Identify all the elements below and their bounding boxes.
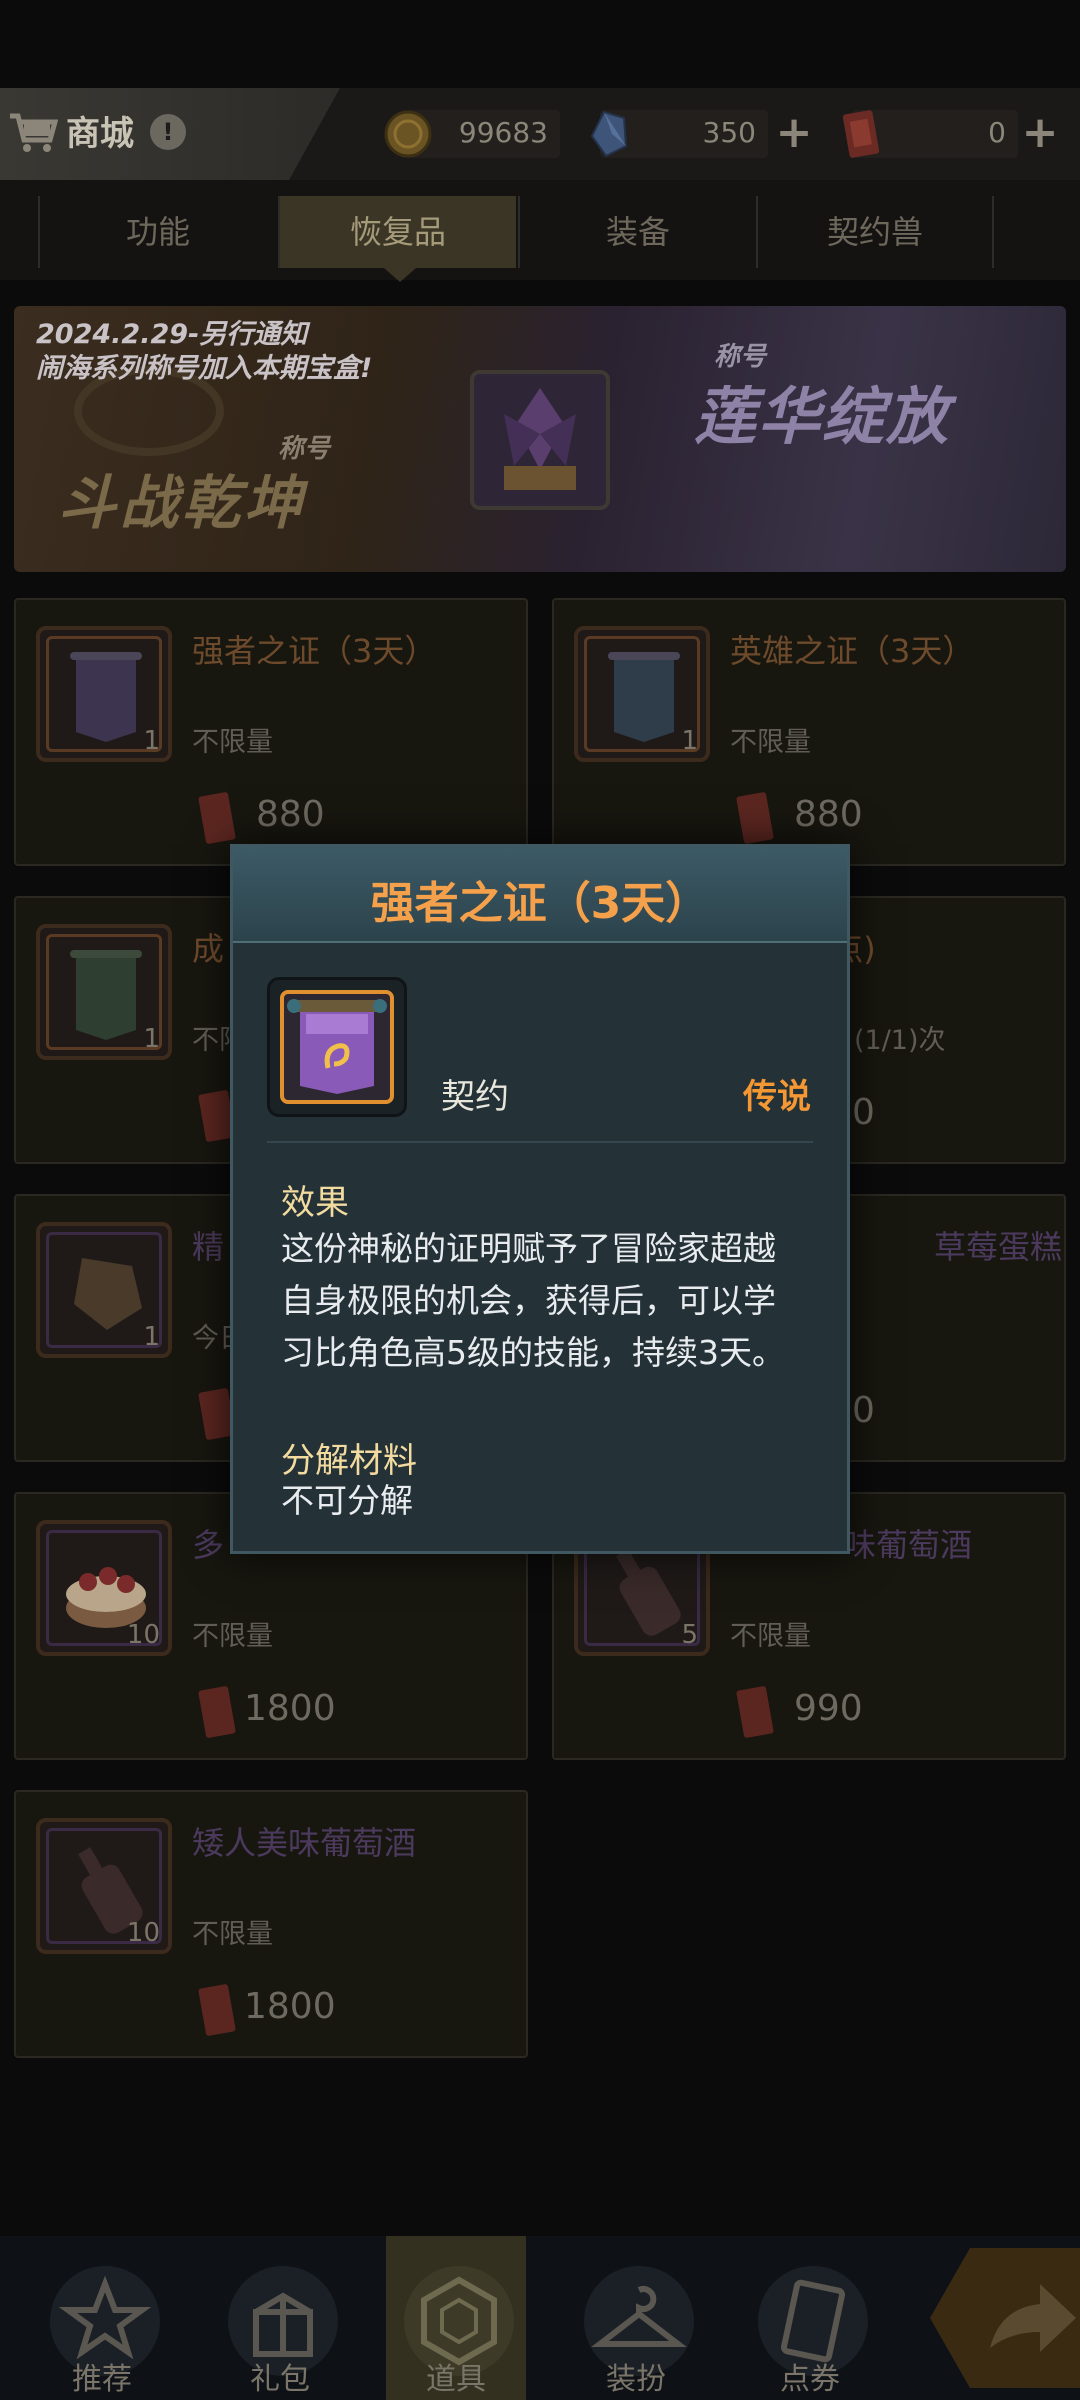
nav-gift-pack[interactable]: 礼包 bbox=[210, 2236, 350, 2400]
item-icon-frame bbox=[267, 977, 407, 1117]
add-tickets-plus-icon[interactable]: + bbox=[1020, 111, 1060, 155]
banner-right-title: 莲华绽放 bbox=[694, 380, 951, 453]
scroll-banner-icon bbox=[608, 652, 680, 742]
add-gems-plus-icon[interactable]: + bbox=[774, 111, 814, 155]
scroll-banner-icon bbox=[70, 652, 142, 742]
item-icon-frame: 1 bbox=[36, 924, 172, 1060]
lotus-crest-icon bbox=[504, 388, 576, 490]
cart-icon bbox=[10, 113, 58, 152]
item-price: 1800 bbox=[244, 1688, 336, 1729]
nav-label: 点券 bbox=[780, 2362, 840, 2397]
item-icon-frame: 10 bbox=[36, 1818, 172, 1954]
promo-banner[interactable]: 2024.2.29-另行通知 闹海系列称号加入本期宝盒! 称号 斗战乾坤 称号 … bbox=[14, 306, 1066, 572]
item-quantity: 1 bbox=[143, 1322, 160, 1352]
item-rarity: 传说 bbox=[743, 1077, 811, 1117]
shop-title: 商城 bbox=[66, 114, 134, 154]
dialog-divider bbox=[267, 1141, 813, 1143]
tab-equipment[interactable]: 装备 bbox=[518, 196, 756, 268]
item-card[interactable]: 1 强者之证（3天） 不限量 880 bbox=[14, 598, 528, 866]
banner-notice-date: 2024.2.29-另行通知 bbox=[36, 319, 308, 350]
nav-label: 礼包 bbox=[250, 2362, 310, 2397]
item-name: 草莓蛋糕 bbox=[934, 1228, 1063, 1266]
item-name: 味葡萄酒 bbox=[844, 1526, 973, 1564]
item-price: 880 bbox=[256, 794, 325, 835]
banner-notice-text: 闹海系列称号加入本期宝盒! bbox=[36, 353, 373, 384]
dialog-title: 强者之证（3天） bbox=[370, 878, 710, 929]
dialog-header: 强者之证（3天） bbox=[233, 847, 847, 943]
tab-contract-beast[interactable]: 契约兽 bbox=[756, 196, 994, 268]
scroll-banner-icon bbox=[70, 950, 142, 1040]
gold-counter: 99683 bbox=[384, 110, 560, 158]
item-price: 880 bbox=[794, 794, 863, 835]
rune-stone-icon bbox=[74, 1258, 142, 1330]
tab-recovery[interactable]: 恢复品 bbox=[278, 196, 516, 282]
item-price: 0 bbox=[852, 1092, 875, 1133]
nav-items[interactable]: 道具 bbox=[386, 2236, 526, 2400]
banner-left-title: 斗战乾坤 bbox=[58, 469, 307, 537]
item-limit: (1/1)次 bbox=[854, 1025, 946, 1056]
nav-label: 道具 bbox=[426, 2362, 486, 2397]
category-tab-bar: 功能 恢复品 装备 契约兽 bbox=[0, 180, 1080, 282]
item-quantity: 1 bbox=[681, 726, 698, 756]
item-quantity: 1 bbox=[143, 1024, 160, 1054]
nav-label: 推荐 bbox=[72, 2362, 132, 2397]
item-price: 0 bbox=[852, 1390, 875, 1431]
decompose-title: 分解材料 bbox=[281, 1441, 417, 1481]
item-price: 1800 bbox=[244, 1986, 336, 2027]
ticket-icon bbox=[198, 792, 236, 844]
item-price: 990 bbox=[794, 1688, 863, 1729]
item-icon-frame: 1 bbox=[574, 626, 710, 762]
item-name: 英雄之证（3天） bbox=[730, 632, 975, 670]
item-limit: 不限量 bbox=[192, 1919, 273, 1950]
item-detail-dialog[interactable]: 强者之证（3天） 契约 传说 效果 这份神秘的证明赋予了冒险家超越自身极限的机会… bbox=[230, 844, 850, 1554]
ticket-icon bbox=[736, 1686, 774, 1738]
item-name: 多 bbox=[192, 1526, 225, 1564]
effect-title: 效果 bbox=[281, 1183, 349, 1223]
item-icon-frame: 1 bbox=[36, 626, 172, 762]
shop-top-bar: 商城 ! 99683 350 + 0 + bbox=[0, 88, 1080, 180]
ticket-icon bbox=[198, 1984, 236, 2036]
ticket-icon bbox=[198, 1686, 236, 1738]
crystal-icon bbox=[590, 110, 628, 158]
ticket-counter: 0 bbox=[842, 110, 1018, 158]
bottom-nav-bar: 推荐 礼包 道具 装扮 点券 bbox=[0, 2236, 1080, 2400]
wine-bottle-icon bbox=[616, 1549, 681, 1636]
ticket-icon bbox=[842, 110, 880, 158]
gem-amount: 350 bbox=[702, 116, 756, 149]
ticket-icon bbox=[736, 792, 774, 844]
item-limit: 不限量 bbox=[192, 1621, 273, 1652]
nav-coupons[interactable]: 点券 bbox=[740, 2236, 880, 2400]
item-name: 精 bbox=[192, 1228, 225, 1266]
item-quantity: 5 bbox=[681, 1620, 698, 1650]
banner-notice: 2024.2.29-另行通知 闹海系列称号加入本期宝盒! bbox=[36, 318, 372, 386]
gold-amount: 99683 bbox=[458, 116, 548, 149]
item-card[interactable]: 10 矮人美味葡萄酒 不限量 1800 bbox=[14, 1790, 528, 2058]
item-type: 契约 bbox=[441, 1077, 509, 1117]
nav-label: 装扮 bbox=[606, 2362, 666, 2397]
item-icon-frame: 1 bbox=[36, 1222, 172, 1358]
item-quantity: 10 bbox=[126, 1918, 160, 1948]
purple-banner-scroll-icon bbox=[287, 999, 387, 1094]
item-name: 成 bbox=[192, 930, 225, 968]
tab-function[interactable]: 功能 bbox=[38, 196, 276, 268]
item-quantity: 1 bbox=[143, 726, 160, 756]
treasure-box-icon bbox=[470, 370, 610, 510]
info-icon[interactable]: ! bbox=[150, 114, 186, 150]
item-icon-frame: 10 bbox=[36, 1520, 172, 1656]
item-limit: 不限量 bbox=[192, 727, 273, 758]
gold-coin-icon bbox=[384, 110, 432, 158]
nav-dress-up[interactable]: 装扮 bbox=[566, 2236, 706, 2400]
item-name: 矮人美味葡萄酒 bbox=[192, 1824, 417, 1862]
item-limit: 不限量 bbox=[730, 727, 811, 758]
item-card[interactable]: 1 英雄之证（3天） 不限量 880 bbox=[552, 598, 1066, 866]
item-name: 强者之证（3天） bbox=[192, 632, 437, 670]
item-quantity: 10 bbox=[126, 1620, 160, 1650]
decompose-value: 不可分解 bbox=[281, 1481, 413, 1520]
nav-recommend[interactable]: 推荐 bbox=[32, 2236, 172, 2400]
effect-description: 这份神秘的证明赋予了冒险家超越自身极限的机会，获得后，可以学习比角色高5级的技能… bbox=[281, 1229, 785, 1372]
item-limit: 不限量 bbox=[730, 1621, 811, 1652]
gem-counter: 350 bbox=[590, 110, 768, 158]
ticket-amount: 0 bbox=[988, 116, 1006, 149]
